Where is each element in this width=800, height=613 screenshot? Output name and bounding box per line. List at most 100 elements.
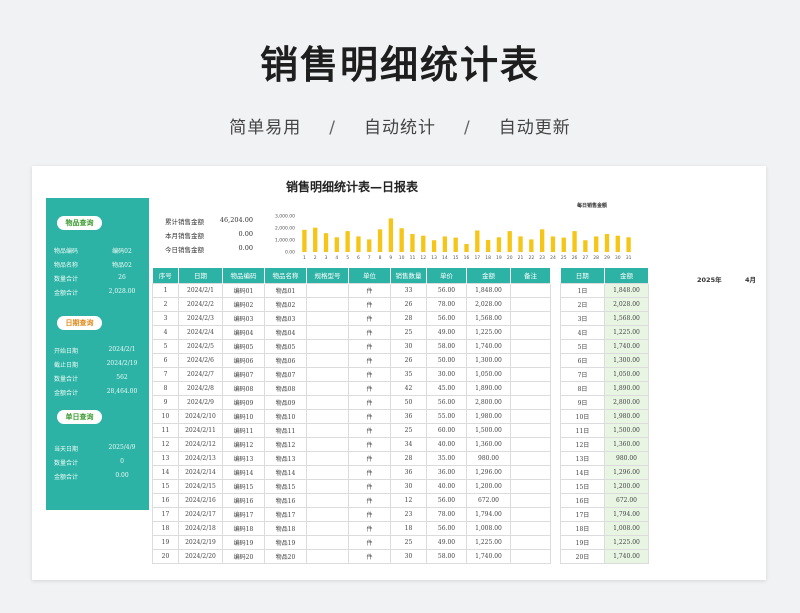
table-cell[interactable]: 25 [390, 422, 427, 438]
table-cell[interactable]: 编码20 [222, 548, 265, 564]
table-cell[interactable]: 1,200.00 [466, 478, 511, 494]
table-cell[interactable]: 35.00 [426, 450, 467, 466]
table-cell[interactable]: 5日 [560, 338, 605, 354]
table-cell[interactable]: 33 [390, 282, 427, 298]
table-cell[interactable]: 件 [348, 506, 391, 522]
column-header[interactable]: 单位 [348, 268, 391, 283]
table-cell[interactable] [510, 436, 551, 452]
column-header[interactable]: 物品名称 [264, 268, 307, 283]
table-cell[interactable]: 56.00 [426, 394, 467, 410]
table-cell[interactable]: 件 [348, 352, 391, 368]
table-cell[interactable]: 1,050.00 [466, 366, 511, 382]
day-query-pill[interactable]: 单日查询 [57, 410, 102, 424]
column-header[interactable]: 金额 [604, 268, 649, 283]
table-cell[interactable]: 35 [390, 366, 427, 382]
table-cell[interactable]: 1,200.00 [604, 478, 649, 494]
table-cell[interactable] [306, 422, 349, 438]
table-cell[interactable]: 78.00 [426, 506, 467, 522]
table-cell[interactable]: 36.00 [426, 464, 467, 480]
table-cell[interactable] [306, 324, 349, 340]
table-cell[interactable]: 编码17 [222, 506, 265, 522]
table-cell[interactable]: 1,740.00 [604, 338, 649, 354]
table-cell[interactable]: 55.00 [426, 408, 467, 424]
table-cell[interactable]: 17日 [560, 506, 605, 522]
table-cell[interactable]: 1 [152, 282, 179, 298]
table-cell[interactable]: 2024/2/12 [178, 436, 223, 452]
table-cell[interactable]: 9 [152, 394, 179, 410]
table-cell[interactable]: 1,500.00 [466, 422, 511, 438]
table-cell[interactable]: 编码09 [222, 394, 265, 410]
panel-value[interactable]: 物品02 [102, 260, 142, 269]
table-cell[interactable]: 编码04 [222, 324, 265, 340]
table-cell[interactable]: 编码13 [222, 450, 265, 466]
table-cell[interactable]: 56.00 [426, 282, 467, 298]
table-cell[interactable]: 25 [390, 534, 427, 550]
table-cell[interactable]: 56.00 [426, 310, 467, 326]
table-cell[interactable]: 件 [348, 380, 391, 396]
table-cell[interactable]: 14日 [560, 464, 605, 480]
table-cell[interactable] [306, 450, 349, 466]
table-cell[interactable]: 26 [390, 352, 427, 368]
table-cell[interactable]: 18 [390, 520, 427, 536]
table-cell[interactable]: 4 [152, 324, 179, 340]
table-cell[interactable]: 物品15 [264, 478, 307, 494]
table-cell[interactable]: 2日 [560, 296, 605, 312]
table-cell[interactable]: 36 [390, 408, 427, 424]
table-cell[interactable]: 19 [152, 534, 179, 550]
table-cell[interactable]: 2024/2/13 [178, 450, 223, 466]
table-cell[interactable]: 42 [390, 380, 427, 396]
table-cell[interactable]: 件 [348, 436, 391, 452]
table-cell[interactable]: 1,794.00 [604, 506, 649, 522]
table-cell[interactable] [306, 548, 349, 564]
panel-value[interactable]: 2024/2/1 [102, 346, 142, 353]
table-cell[interactable]: 13 [152, 450, 179, 466]
table-cell[interactable]: 19日 [560, 534, 605, 550]
table-cell[interactable]: 2024/2/11 [178, 422, 223, 438]
table-cell[interactable]: 1日 [560, 282, 605, 298]
table-cell[interactable]: 3 [152, 310, 179, 326]
table-cell[interactable] [510, 478, 551, 494]
table-cell[interactable]: 1,296.00 [604, 464, 649, 480]
table-cell[interactable]: 5 [152, 338, 179, 354]
table-cell[interactable] [306, 464, 349, 480]
table-cell[interactable]: 2024/2/1 [178, 282, 223, 298]
table-cell[interactable]: 件 [348, 548, 391, 564]
table-cell[interactable]: 编码08 [222, 380, 265, 396]
table-cell[interactable]: 1,360.00 [604, 436, 649, 452]
table-cell[interactable]: 件 [348, 296, 391, 312]
column-header[interactable]: 规格型号 [306, 268, 349, 283]
table-cell[interactable]: 2024/2/14 [178, 464, 223, 480]
table-cell[interactable]: 45.00 [426, 380, 467, 396]
table-cell[interactable] [306, 520, 349, 536]
table-cell[interactable] [510, 520, 551, 536]
table-cell[interactable]: 编码05 [222, 338, 265, 354]
table-cell[interactable]: 28 [390, 310, 427, 326]
table-cell[interactable]: 40.00 [426, 436, 467, 452]
date-query-pill[interactable]: 日期查询 [57, 316, 102, 330]
table-cell[interactable]: 件 [348, 408, 391, 424]
table-cell[interactable]: 50.00 [426, 352, 467, 368]
table-cell[interactable]: 56.00 [426, 520, 467, 536]
table-cell[interactable] [510, 282, 551, 298]
table-cell[interactable]: 980.00 [604, 450, 649, 466]
table-cell[interactable]: 16日 [560, 492, 605, 508]
table-cell[interactable]: 6 [152, 352, 179, 368]
column-header[interactable]: 备注 [510, 268, 551, 283]
column-header[interactable]: 金额 [466, 268, 511, 283]
table-cell[interactable]: 物品02 [264, 296, 307, 312]
table-cell[interactable] [306, 534, 349, 550]
table-cell[interactable] [510, 394, 551, 410]
table-cell[interactable]: 8 [152, 380, 179, 396]
table-cell[interactable]: 编码16 [222, 492, 265, 508]
table-cell[interactable]: 49.00 [426, 534, 467, 550]
table-cell[interactable]: 1,225.00 [604, 534, 649, 550]
column-header[interactable]: 序号 [152, 268, 179, 283]
table-cell[interactable]: 物品09 [264, 394, 307, 410]
table-cell[interactable]: 物品05 [264, 338, 307, 354]
table-cell[interactable] [510, 352, 551, 368]
table-cell[interactable]: 物品19 [264, 534, 307, 550]
table-cell[interactable]: 36 [390, 464, 427, 480]
table-cell[interactable] [306, 338, 349, 354]
table-cell[interactable]: 件 [348, 366, 391, 382]
column-header[interactable]: 销售数量 [390, 268, 427, 283]
